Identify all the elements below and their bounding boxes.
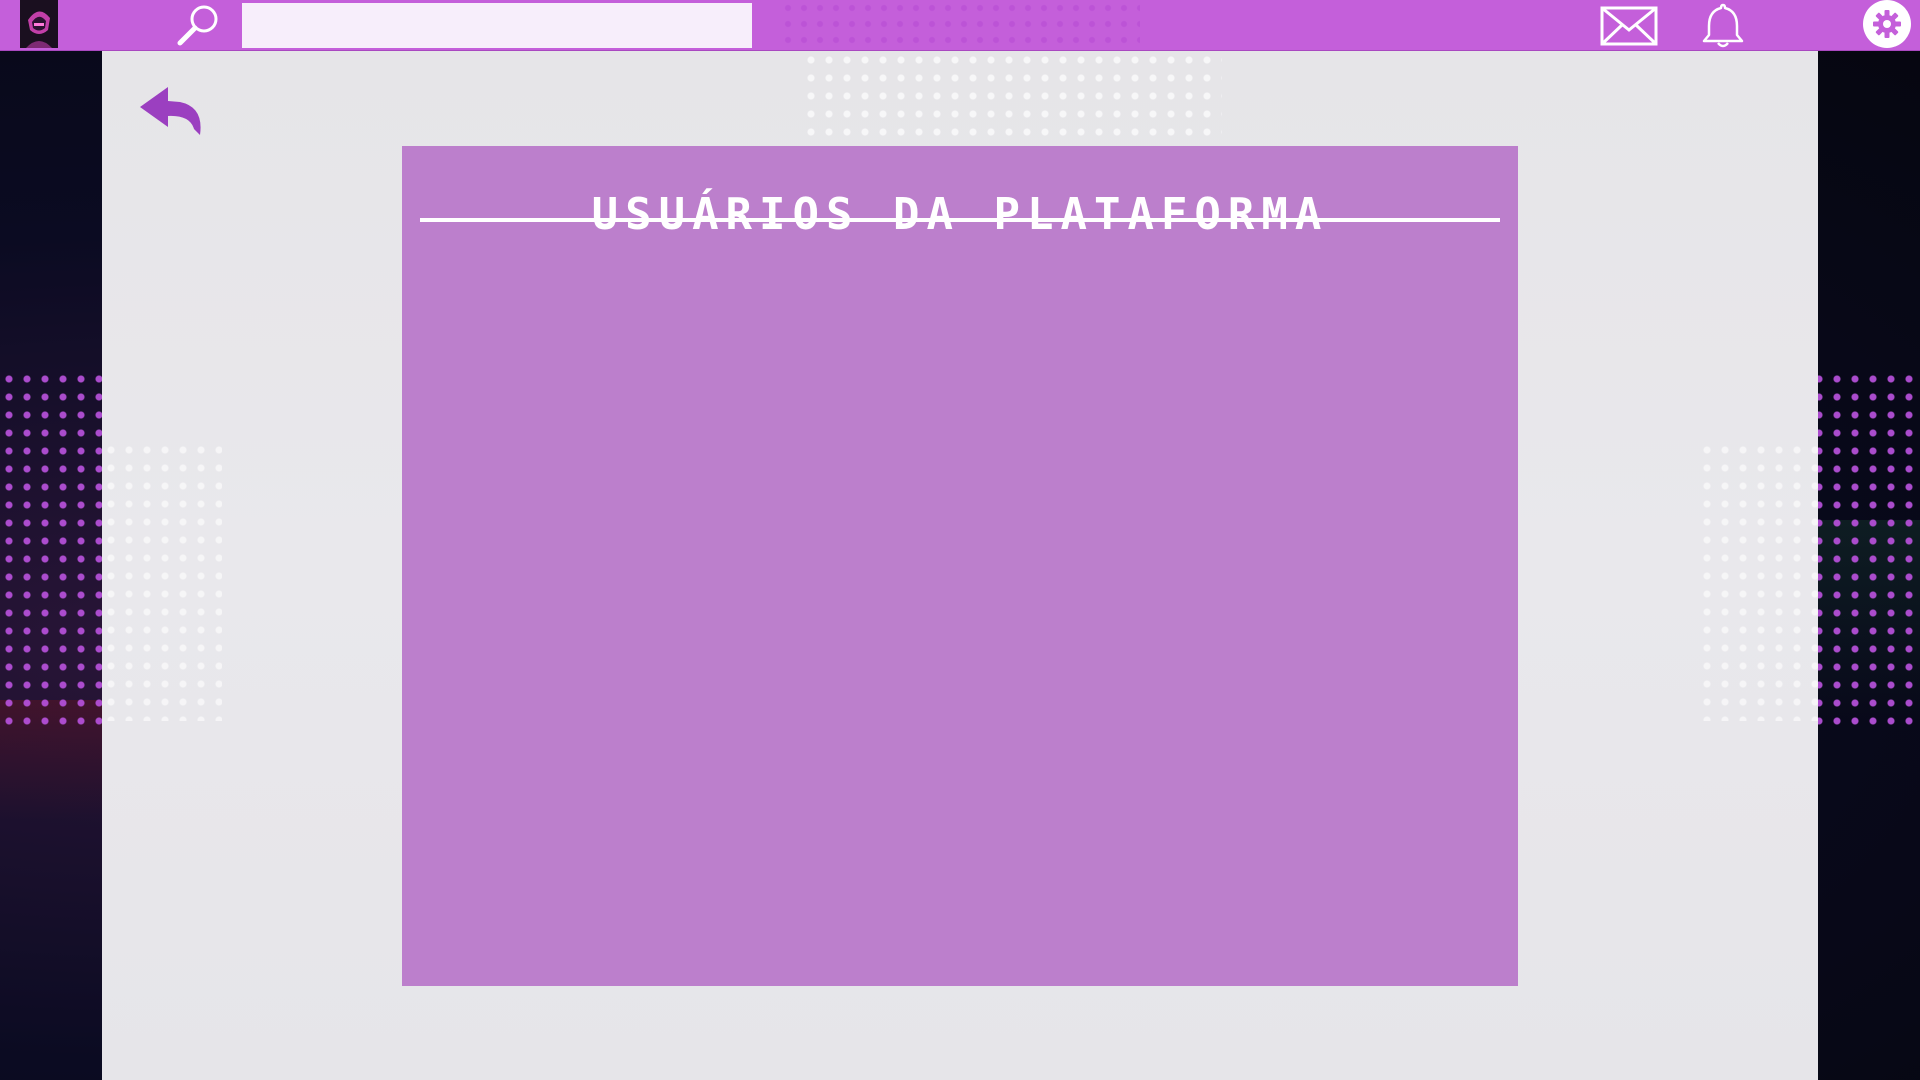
back-arrow-icon [140,87,201,135]
main-panel: USUÁRIOS DA PLATAFORMA [102,51,1818,1080]
left-dot-pattern [0,370,110,730]
users-list [420,236,1500,966]
main-dot-pattern-right [1698,441,1818,721]
gear-icon [1873,10,1901,38]
avatar-logo[interactable] [20,0,58,48]
mail-icon[interactable] [1599,4,1659,48]
search-input[interactable] [242,3,752,48]
card-title: USUÁRIOS DA PLATAFORMA [591,189,1329,241]
main-dot-pattern-left [102,441,222,721]
topbar-dot-pattern [780,0,1140,50]
settings-button[interactable] [1863,0,1911,48]
title-divider [420,218,1500,222]
avatar-logo-image [20,0,58,48]
search-icon[interactable] [174,3,222,47]
right-dot-pattern [1810,370,1920,730]
top-navigation-bar [0,0,1920,51]
back-button[interactable] [138,85,208,137]
bell-icon[interactable] [1700,2,1746,50]
platform-users-card: USUÁRIOS DA PLATAFORMA [402,146,1518,986]
main-dot-pattern-top [802,51,1222,141]
